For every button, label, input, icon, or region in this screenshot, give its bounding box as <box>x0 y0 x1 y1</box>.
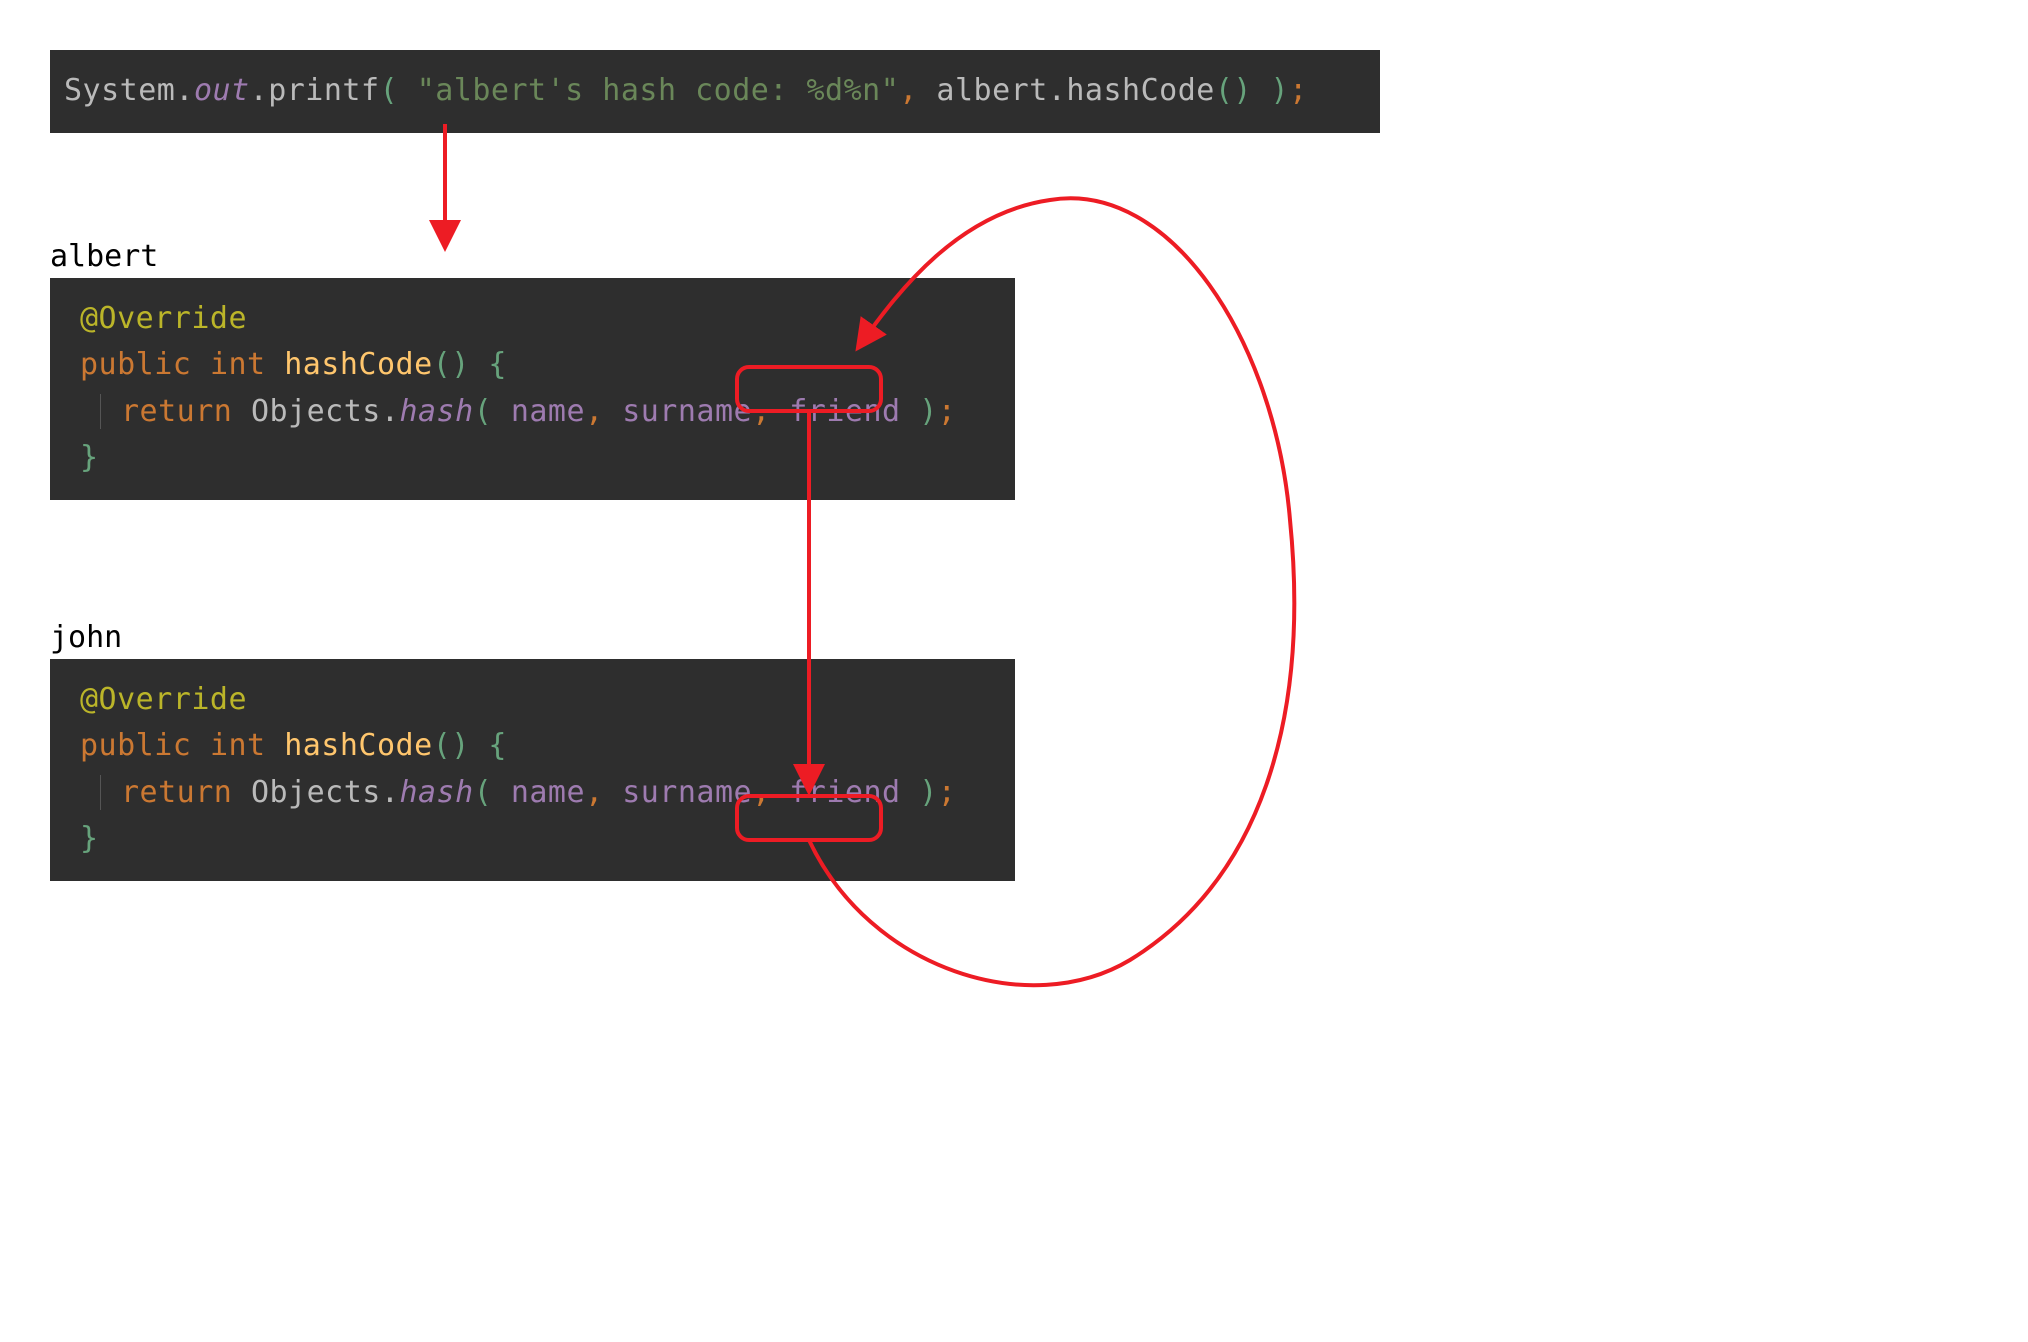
token-rparen: ) <box>1233 73 1252 108</box>
albert-code-block: @Override public int hashCode() { return… <box>50 278 1015 500</box>
token-int: int <box>210 347 266 382</box>
token-comma: , <box>752 775 771 810</box>
albert-label: albert <box>50 239 2008 274</box>
token-lparen: ( <box>433 728 452 763</box>
top-code-block: System.out.printf( "albert's hash code: … <box>50 50 1380 133</box>
token-lparen: ( <box>474 775 493 810</box>
token-printf: printf <box>268 73 379 108</box>
token-rparen: ) <box>919 394 938 429</box>
token-out: out <box>194 73 250 108</box>
token-return: return <box>121 394 232 429</box>
token-int: int <box>210 728 266 763</box>
token-name: name <box>511 394 585 429</box>
token-lparen: ( <box>433 347 452 382</box>
token-string: "albert's hash code: %d%n" <box>417 73 900 108</box>
token-objects: Objects <box>251 394 381 429</box>
token-friend-john: friend <box>789 775 900 810</box>
token-return: return <box>121 775 232 810</box>
token-lparen: ( <box>380 73 399 108</box>
token-dot: . <box>381 775 400 810</box>
token-dot: . <box>250 73 269 108</box>
token-comma: , <box>899 73 918 108</box>
token-dot: . <box>381 394 400 429</box>
token-surname: surname <box>622 394 752 429</box>
token-lparen: ( <box>1215 73 1234 108</box>
token-comma: , <box>585 394 604 429</box>
token-hashcode: hashCode <box>284 347 433 382</box>
token-friend-albert: friend <box>789 394 900 429</box>
token-objects: Objects <box>251 775 381 810</box>
token-rparen: ) <box>451 347 470 382</box>
token-hash: hash <box>399 394 473 429</box>
token-system: System <box>64 73 175 108</box>
token-hashcode: hashCode <box>1066 73 1215 108</box>
token-comma: , <box>752 394 771 429</box>
john-code-block: @Override public int hashCode() { return… <box>50 659 1015 881</box>
token-rbrace: } <box>80 821 99 856</box>
token-hashcode: hashCode <box>284 728 433 763</box>
token-rparen: ) <box>451 728 470 763</box>
token-public: public <box>80 728 191 763</box>
token-lbrace: { <box>488 728 507 763</box>
token-lbrace: { <box>488 347 507 382</box>
token-hash: hash <box>399 775 473 810</box>
token-lparen: ( <box>474 394 493 429</box>
john-label: john <box>50 620 2008 655</box>
token-public: public <box>80 347 191 382</box>
token-comma: , <box>585 775 604 810</box>
token-surname: surname <box>622 775 752 810</box>
token-semi: ; <box>938 775 957 810</box>
token-dot: . <box>1048 73 1067 108</box>
token-rbrace: } <box>80 440 99 475</box>
token-semi: ; <box>938 394 957 429</box>
token-rparen: ) <box>1271 73 1290 108</box>
token-annotation: @Override <box>80 301 247 336</box>
token-name: name <box>511 775 585 810</box>
token-semi: ; <box>1289 73 1308 108</box>
token-annotation: @Override <box>80 682 247 717</box>
token-rparen: ) <box>919 775 938 810</box>
token-albert: albert <box>936 73 1047 108</box>
token-dot: . <box>175 73 194 108</box>
